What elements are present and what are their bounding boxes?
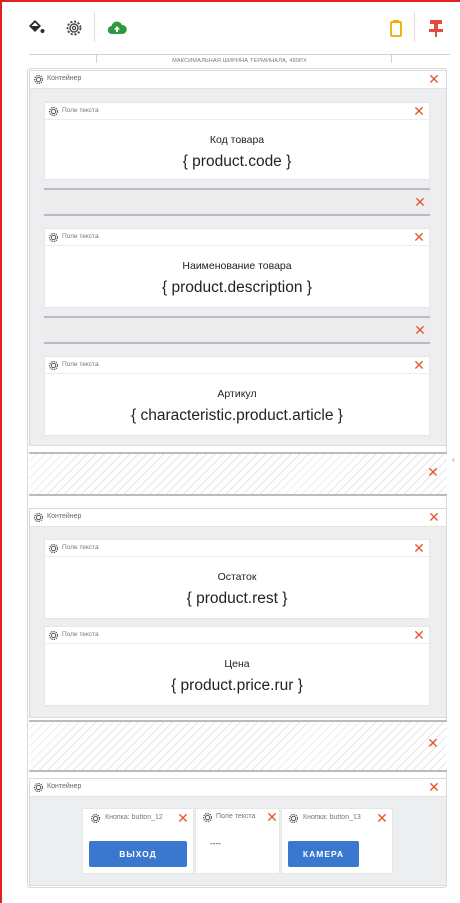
field-title: Цена bbox=[224, 658, 250, 670]
field-value: { product.description } bbox=[162, 279, 312, 296]
close-icon[interactable]: ✕ bbox=[413, 105, 425, 119]
field-header: Поле текста ✕ bbox=[45, 627, 429, 644]
cell-label: Кнопка: button_12 bbox=[105, 814, 163, 821]
text-field-article[interactable]: Поле текста ✕ Артикул { characteristic.p… bbox=[44, 356, 430, 436]
ruler-tick-right bbox=[391, 55, 392, 63]
container-header: Контейнер ✕ bbox=[30, 509, 446, 527]
close-icon[interactable]: ✕ bbox=[414, 324, 426, 338]
close-icon[interactable]: ✕ bbox=[413, 231, 425, 245]
close-icon[interactable]: ✕ bbox=[428, 73, 440, 87]
close-icon[interactable]: ✕ bbox=[427, 466, 439, 480]
settings-icon[interactable] bbox=[48, 630, 59, 641]
field-label: Поле текста bbox=[62, 361, 99, 368]
close-icon[interactable]: ✕ bbox=[427, 737, 439, 751]
field-title: Артикул bbox=[217, 388, 257, 400]
field-label: Поле текста bbox=[62, 544, 99, 551]
empty-drop-zone[interactable]: ✕ bbox=[29, 452, 447, 496]
empty-drop-zone[interactable]: ✕ bbox=[29, 720, 447, 772]
field-header: Поле текста ✕ bbox=[45, 229, 429, 246]
text-field-product-code[interactable]: Поле текста ✕ Код товара { product.code … bbox=[44, 102, 430, 180]
field-title: Остаток bbox=[217, 571, 257, 583]
field-header: Поле текста ✕ bbox=[45, 103, 429, 120]
field-title: Наименование товара bbox=[182, 260, 292, 272]
cell-text: ---- bbox=[210, 839, 221, 848]
settings-icon[interactable] bbox=[202, 812, 213, 823]
container-label: Контейнер bbox=[47, 783, 82, 790]
cell-label: Кнопка: button_13 bbox=[303, 814, 361, 821]
container-label: Контейнер bbox=[47, 513, 82, 520]
settings-icon[interactable] bbox=[90, 813, 101, 824]
settings-icon[interactable] bbox=[48, 360, 59, 371]
paint-bucket-icon[interactable] bbox=[24, 16, 48, 40]
field-value: { product.rest } bbox=[186, 590, 288, 607]
settings-icon[interactable] bbox=[33, 512, 44, 523]
close-icon[interactable]: ✕ bbox=[414, 196, 426, 210]
close-icon[interactable]: ✕ bbox=[428, 781, 440, 795]
text-field-rest[interactable]: Поле текста ✕ Остаток { product.rest } bbox=[44, 539, 430, 619]
field-header: Поле текста ✕ bbox=[45, 540, 429, 557]
collapse-arrow-icon[interactable]: ‹ bbox=[452, 455, 455, 464]
terminal-width-ruler: МАКСИМАЛЬНАЯ ШИРИНА ТЕРМИНАЛА, 480PX bbox=[29, 54, 450, 68]
field-value: { product.code } bbox=[182, 153, 292, 170]
close-icon[interactable]: ✕ bbox=[266, 811, 278, 825]
spacer-row[interactable]: ✕ bbox=[44, 188, 430, 216]
exit-button[interactable]: ВЫХОД bbox=[89, 841, 187, 867]
close-icon[interactable]: ✕ bbox=[428, 511, 440, 525]
spacer-row[interactable]: ✕ bbox=[44, 316, 430, 344]
close-icon[interactable]: ✕ bbox=[413, 359, 425, 373]
button-cell-exit[interactable]: Кнопка: button_12 ✕ ВЫХОД bbox=[82, 808, 194, 874]
close-icon[interactable]: ✕ bbox=[413, 542, 425, 556]
field-value: { product.price.rur } bbox=[171, 677, 303, 694]
text-field-cell[interactable]: Поле текста ✕ ---- bbox=[195, 808, 280, 874]
close-icon[interactable]: ✕ bbox=[413, 629, 425, 643]
field-label: Поле текста bbox=[62, 233, 99, 240]
ruler-label: МАКСИМАЛЬНАЯ ШИРИНА ТЕРМИНАЛА, 480PX bbox=[172, 58, 307, 64]
cloud-upload-icon[interactable] bbox=[105, 16, 129, 40]
settings-icon[interactable] bbox=[48, 543, 59, 554]
text-field-product-description[interactable]: Поле текста ✕ Наименование товара { prod… bbox=[44, 228, 430, 308]
settings-icon[interactable] bbox=[288, 813, 299, 824]
field-label: Поле текста bbox=[62, 107, 99, 114]
field-title: Код товара bbox=[209, 134, 265, 146]
container-label: Контейнер bbox=[47, 75, 82, 82]
ruler-tick-left bbox=[96, 55, 97, 63]
settings-icon[interactable] bbox=[62, 16, 86, 40]
settings-icon[interactable] bbox=[48, 106, 59, 117]
cell-label: Поле текста bbox=[216, 813, 256, 820]
settings-icon[interactable] bbox=[33, 74, 44, 85]
close-icon[interactable]: ✕ bbox=[177, 812, 189, 826]
pin-icon[interactable] bbox=[424, 16, 448, 40]
toolbar-divider bbox=[94, 12, 95, 42]
toolbar bbox=[2, 2, 458, 52]
field-header: Поле текста ✕ bbox=[45, 357, 429, 374]
close-icon[interactable]: ✕ bbox=[376, 812, 388, 826]
field-label: Поле текста bbox=[62, 631, 99, 638]
settings-icon[interactable] bbox=[48, 232, 59, 243]
button-cell-camera[interactable]: Кнопка: button_13 ✕ КАМЕРА bbox=[281, 808, 393, 874]
field-value: { characteristic.product.article } bbox=[131, 407, 343, 424]
settings-icon[interactable] bbox=[33, 782, 44, 793]
container-header: Контейнер ✕ bbox=[30, 71, 446, 89]
toolbar-divider-2 bbox=[414, 12, 415, 42]
clipboard-icon[interactable] bbox=[384, 16, 408, 40]
text-field-price[interactable]: Поле текста ✕ Цена { product.price.rur } bbox=[44, 626, 430, 706]
camera-button[interactable]: КАМЕРА bbox=[288, 841, 359, 867]
container-header: Контейнер ✕ bbox=[30, 779, 446, 797]
